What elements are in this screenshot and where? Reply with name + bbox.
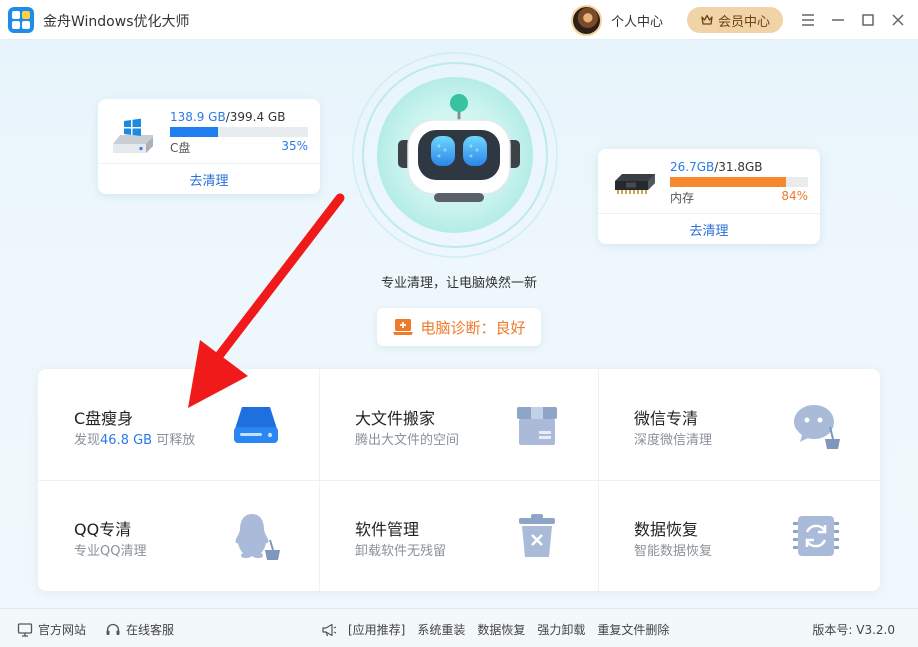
vip-center-button[interactable]: 会员中心 — [687, 7, 783, 33]
menu-icon — [802, 14, 814, 26]
footer-link-duplicate[interactable]: 重复文件删除 — [597, 621, 669, 638]
box-icon — [517, 407, 557, 445]
memory-card: 26.7GB/31.8GB 内存 84% 去清理 — [598, 149, 820, 244]
recovery-chip-icon — [793, 516, 839, 556]
c-disk-total: /399.4 GB — [225, 110, 286, 124]
tool-software[interactable]: 软件管理 卸载软件无残留 — [319, 480, 599, 591]
tool-wechat[interactable]: 微信专清 深度微信清理 — [598, 369, 878, 480]
c-disk-progress — [170, 127, 308, 137]
main-window: 金舟Windows优化大师 个人中心 会员中心 138.9 GB/399.4 G… — [0, 0, 918, 647]
memory-total: /31.8GB — [714, 160, 763, 174]
tool-title: 大文件搬家 — [355, 409, 436, 428]
close-button[interactable] — [889, 11, 907, 29]
memory-chip-icon — [615, 174, 655, 194]
tool-recovery[interactable]: 数据恢复 智能数据恢复 — [598, 480, 878, 591]
c-disk-percent: 35% — [281, 139, 308, 153]
maximize-button[interactable] — [859, 11, 877, 29]
memory-progress-fill — [670, 177, 786, 187]
releasable-size: 46.8 GB — [100, 433, 153, 448]
slogan: 专业清理，让电脑焕然一新 — [380, 276, 537, 291]
c-disk-progress-fill — [170, 127, 219, 137]
crown-icon — [701, 14, 713, 25]
tool-subtitle: 专业QQ清理 — [74, 544, 147, 559]
diagnosis-button[interactable]: 电脑诊断：良好 — [377, 308, 541, 346]
monitor-icon — [17, 622, 33, 637]
footer-link-reinstall[interactable]: 系统重装 — [417, 621, 465, 638]
trash-icon — [519, 514, 555, 557]
tool-title: 软件管理 — [355, 520, 420, 539]
memory-clean-button[interactable]: 去清理 — [598, 214, 820, 244]
avatar[interactable] — [571, 5, 602, 36]
tool-subtitle: 卸载软件无残留 — [355, 544, 447, 559]
tool-title: 数据恢复 — [634, 520, 699, 539]
tool-title: C盘瘦身 — [74, 409, 134, 428]
footer-link-recovery[interactable]: 数据恢复 — [477, 621, 525, 638]
service-link[interactable]: 在线客服 — [105, 621, 174, 638]
tool-subtitle: 腾出大文件的空间 — [355, 433, 460, 448]
recommend-group: [应用推荐] 系统重装 数据恢复 强力卸载 重复文件删除 — [321, 621, 669, 638]
app-logo-icon — [8, 7, 34, 33]
minimize-button[interactable] — [829, 11, 847, 29]
app-title: 金舟Windows优化大师 — [43, 14, 190, 30]
tools-grid: C盘瘦身 发现46.8 GB 可释放 大文件搬家 腾出大文件的空间 微信专清 深… — [38, 369, 880, 591]
website-label: 官方网站 — [38, 623, 87, 637]
tool-subtitle: 智能数据恢复 — [634, 544, 713, 559]
tool-sub-pre: 发现 — [74, 433, 101, 448]
tool-qq[interactable]: QQ专清 专业QQ清理 — [38, 480, 318, 591]
close-icon — [892, 14, 904, 26]
footer: 官方网站 在线客服 [应用推荐] 系统重装 数据恢复 强力卸载 重复文件删除 版… — [0, 608, 918, 647]
tool-title: 微信专清 — [634, 409, 699, 428]
tool-subtitle: 深度微信清理 — [634, 433, 713, 448]
title-bar: 金舟Windows优化大师 个人中心 会员中心 — [0, 0, 918, 40]
megaphone-icon — [322, 623, 337, 636]
robot-mascot-icon — [352, 52, 558, 258]
vip-center-label: 会员中心 — [717, 14, 770, 30]
red-arrow-annotation-icon — [188, 193, 345, 408]
c-disk-used: 138.9 GB — [170, 110, 226, 124]
memory-percent: 84% — [781, 189, 808, 203]
memory-label: 内存 — [670, 191, 695, 205]
maximize-icon — [862, 14, 874, 26]
service-label: 在线客服 — [126, 623, 175, 637]
qq-broom-icon — [235, 514, 280, 560]
c-disk-card: 138.9 GB/399.4 GB C盘 35% 去清理 — [98, 99, 320, 194]
headset-icon — [106, 623, 120, 635]
tool-big-file[interactable]: 大文件搬家 腾出大文件的空间 — [319, 369, 599, 480]
memory-used: 26.7GB — [670, 160, 715, 174]
c-disk-label: C盘 — [170, 141, 191, 155]
laptop-plus-icon — [393, 319, 414, 335]
diagnosis-label: 电脑诊断：良好 — [420, 318, 526, 337]
personal-center-link[interactable]: 个人中心 — [611, 11, 663, 30]
wechat-broom-icon — [794, 405, 840, 449]
tool-sub-post: 可释放 — [152, 433, 196, 448]
website-link[interactable]: 官方网站 — [17, 621, 86, 638]
version-label: 版本号: V3.2.0 — [812, 623, 895, 637]
minimize-icon — [832, 19, 844, 21]
recommend-label: [应用推荐] — [348, 623, 406, 637]
menu-button[interactable] — [799, 11, 817, 29]
footer-link-uninstall[interactable]: 强力卸载 — [537, 621, 585, 638]
tool-title: QQ专清 — [74, 520, 132, 539]
windows-disk-icon — [113, 118, 153, 153]
memory-progress — [670, 177, 808, 187]
